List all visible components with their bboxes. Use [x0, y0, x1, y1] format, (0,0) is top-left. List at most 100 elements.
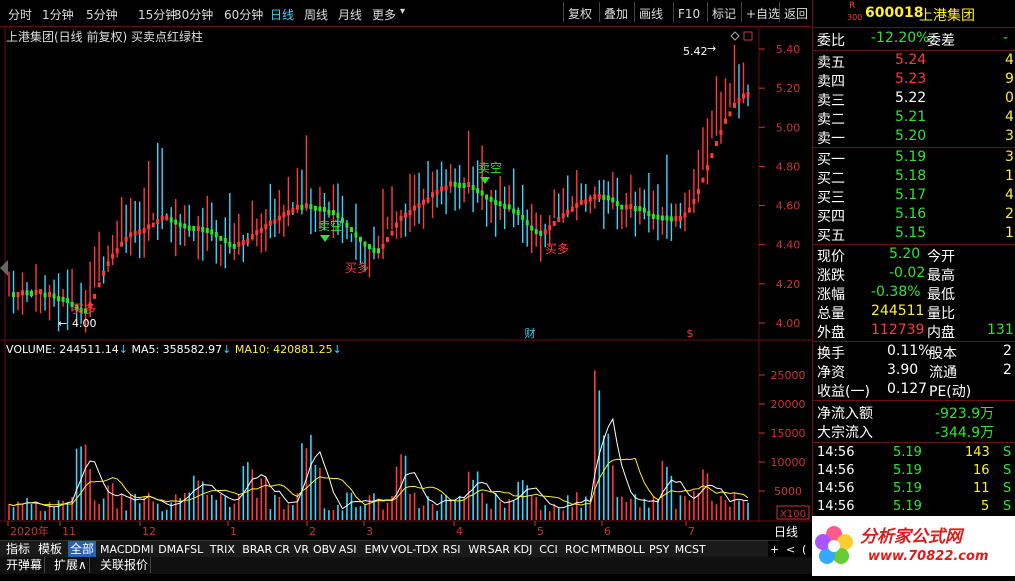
- event-marker[interactable]: $: [687, 327, 694, 340]
- indicator-tab-ASI[interactable]: ASI: [337, 541, 359, 558]
- ask-price[interactable]: 5.24: [895, 52, 926, 68]
- volume-arrow-icon: ↓: [118, 343, 128, 356]
- chart-title: 上港集团(日线 前复权) 买卖点红绿柱: [6, 30, 203, 44]
- period-tab-3[interactable]: 15分钟: [138, 6, 177, 23]
- indicator-tab-CCI[interactable]: CCI: [537, 541, 560, 558]
- date-tick-label: 3: [366, 525, 373, 538]
- signal-block: [358, 236, 362, 242]
- kline-chart[interactable]: 5.40 5.20 5.00 4.80 4.60 4.40 4.20 4.00 5.42 → ← 4.…: [0, 27, 812, 540]
- signal-block: [431, 192, 435, 198]
- ask-price[interactable]: 5.23: [895, 71, 926, 87]
- period-tab-9[interactable]: 更多: [372, 6, 396, 23]
- indicator-tab-VOL-TDX[interactable]: VOL-TDX: [388, 541, 440, 558]
- price-tick-label: 4.00: [776, 317, 801, 330]
- info-value: 3.90: [887, 362, 919, 378]
- signal-block: [322, 206, 326, 212]
- indicator-tab-模板[interactable]: 模板: [36, 541, 64, 558]
- indicator-tab-FSL[interactable]: FSL: [182, 541, 205, 558]
- signal-block: [255, 230, 259, 236]
- toolbar-button-4[interactable]: 标记: [712, 4, 736, 24]
- period-tab-4[interactable]: 30分钟: [174, 6, 213, 23]
- indicator-tab-ROC[interactable]: ROC: [563, 541, 591, 558]
- bid-price[interactable]: 5.19: [895, 149, 926, 165]
- indicator-tab-VR[interactable]: VR: [292, 541, 311, 558]
- indicator-tab-DMI[interactable]: DMI: [130, 541, 155, 558]
- period-tab-7[interactable]: 周线: [304, 6, 328, 23]
- signal-block: [111, 253, 115, 259]
- indicator-tab-全部[interactable]: 全部: [68, 541, 97, 558]
- bid-price[interactable]: 5.15: [895, 225, 926, 241]
- signal-block: [498, 201, 502, 207]
- panel-divider: [813, 244, 1015, 245]
- toolbar-button-3[interactable]: F10: [678, 4, 700, 24]
- indicator-tab-RSI[interactable]: RSI: [441, 541, 463, 558]
- tab-scroll-button-1[interactable]: <: [784, 541, 798, 558]
- indicator-tab-BRAR[interactable]: BRAR: [240, 541, 274, 558]
- signal-block: [651, 213, 655, 219]
- tab-scroll-button-2[interactable]: (: [800, 541, 809, 558]
- toolbar-button-5[interactable]: +自选: [746, 4, 780, 24]
- signal-block: [593, 194, 597, 200]
- bid-volume: 2: [1005, 206, 1014, 222]
- indicator-tab-指标[interactable]: 指标: [4, 541, 32, 558]
- bottom-tab-2[interactable]: 关联报价: [98, 557, 152, 573]
- signal-block: [660, 215, 664, 221]
- signal-block: [404, 212, 408, 218]
- weicha-value: -: [1003, 30, 1009, 46]
- signal-block: [228, 241, 232, 247]
- ma5-value: MA5: 358582.97: [131, 343, 223, 356]
- indicator-tab-KDJ[interactable]: KDJ: [511, 541, 534, 558]
- ask-price[interactable]: 5.22: [895, 90, 926, 106]
- signal-block: [57, 296, 61, 302]
- bottom-tab-0[interactable]: 开弹幕: [4, 557, 46, 573]
- ask-price[interactable]: 5.21: [895, 109, 926, 125]
- signal-block: [696, 188, 700, 194]
- date-tick-label: 5: [537, 525, 544, 538]
- period-tab-0[interactable]: 分时: [8, 6, 32, 23]
- tab-scroll-button-0[interactable]: +: [768, 541, 782, 558]
- period-tab-8[interactable]: 月线: [338, 6, 362, 23]
- ask-price[interactable]: 5.20: [895, 128, 926, 144]
- toolbar-button-1[interactable]: 叠加: [604, 4, 628, 24]
- bid-price[interactable]: 5.17: [895, 187, 926, 203]
- tick-volume: 16: [973, 463, 990, 478]
- bottom-tab-bar: 开弹幕 扩展∧ 关联报价: [0, 557, 812, 574]
- event-marker[interactable]: 财: [525, 326, 536, 340]
- signal-block: [39, 289, 43, 295]
- indicator-tab-MCST[interactable]: MCST: [673, 541, 708, 558]
- toolbar-button-2[interactable]: 画线: [639, 4, 663, 24]
- period-tab-5[interactable]: 60分钟: [224, 6, 263, 23]
- signal-block: [701, 177, 705, 183]
- signal-block: [331, 210, 335, 216]
- indicator-tab-PSY[interactable]: PSY: [647, 541, 671, 558]
- indicator-tab-SAR[interactable]: SAR: [486, 541, 512, 558]
- bottom-tab-1[interactable]: 扩展∧: [52, 557, 90, 573]
- ask-volume: 9: [1005, 71, 1014, 87]
- signal-block: [232, 243, 236, 249]
- stat-value: 5.20: [889, 246, 921, 262]
- bid-price[interactable]: 5.16: [895, 206, 926, 222]
- signal-block: [120, 241, 124, 247]
- signal-block: [503, 203, 507, 209]
- period-tab-6[interactable]: 日线: [270, 6, 294, 23]
- signal-block: [710, 153, 714, 159]
- tick-time: 14:56: [817, 445, 855, 460]
- bid-price[interactable]: 5.18: [895, 168, 926, 184]
- info-label: 换手: [817, 346, 845, 362]
- signal-block: [300, 204, 304, 210]
- indicator-tab-BOLL[interactable]: BOLL: [615, 541, 647, 558]
- info-right-value: 2: [1003, 362, 1012, 378]
- bid-label: 买三: [817, 190, 845, 206]
- indicator-tab-CR[interactable]: CR: [273, 541, 292, 558]
- signal-block: [52, 293, 56, 299]
- indicator-tab-OBV[interactable]: OBV: [311, 541, 338, 558]
- more-chevron-down-icon[interactable]: ▾: [400, 6, 405, 17]
- indicator-tab-TRIX[interactable]: TRIX: [208, 541, 237, 558]
- toolbar-button-6[interactable]: 返回: [784, 4, 808, 24]
- signal-block: [205, 228, 209, 234]
- indicator-tab-EMV[interactable]: EMV: [363, 541, 391, 558]
- period-tab-1[interactable]: 1分钟: [42, 6, 74, 23]
- signal-block: [606, 195, 610, 201]
- toolbar-button-0[interactable]: 复权: [568, 4, 592, 24]
- period-tab-2[interactable]: 5分钟: [86, 6, 118, 23]
